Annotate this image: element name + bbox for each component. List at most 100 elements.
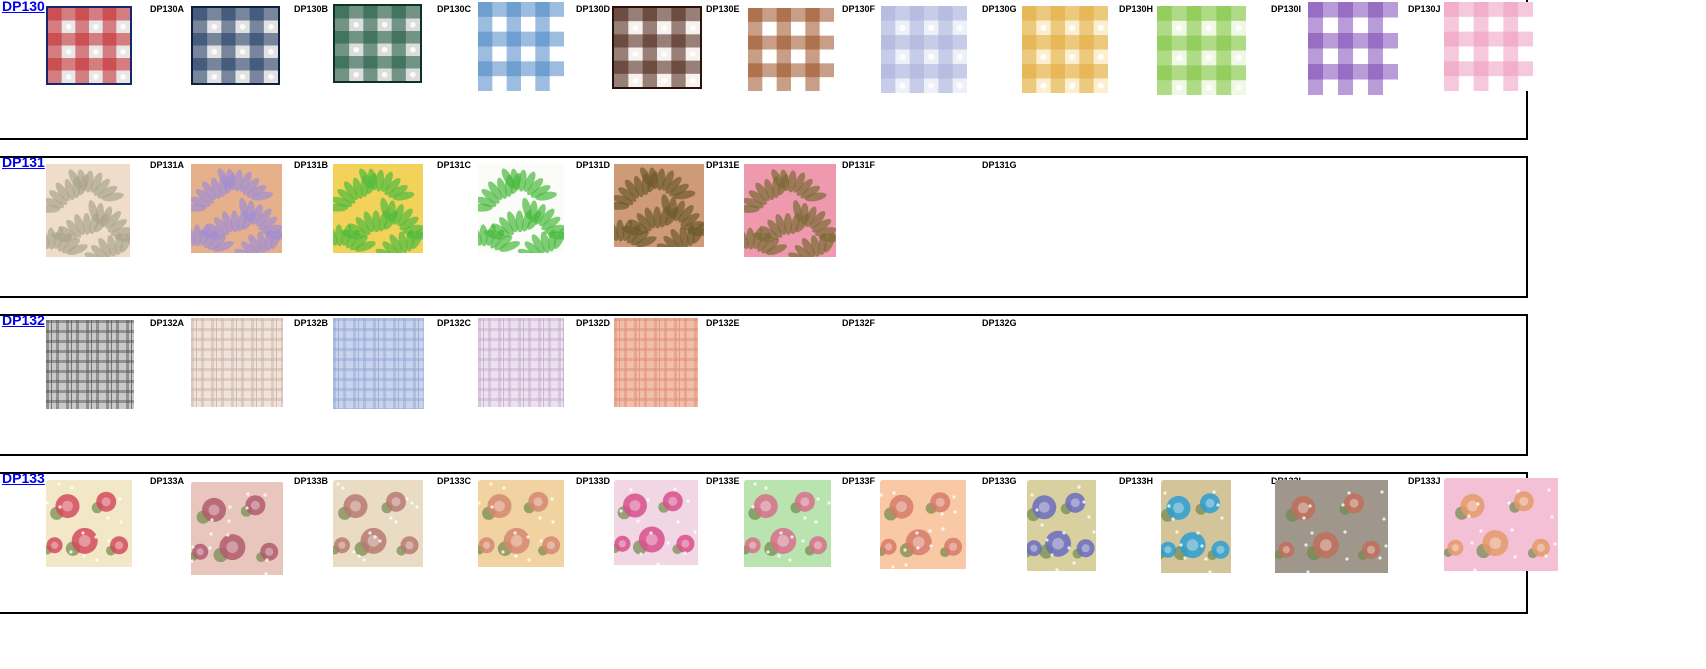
pattern-swatch[interactable]	[741, 478, 831, 567]
pattern-swatch-image	[1308, 2, 1398, 95]
pattern-swatch-image	[610, 478, 698, 566]
pattern-code-label: DP130I	[1271, 4, 1302, 14]
pattern-swatch-image	[877, 478, 966, 569]
pattern-swatch[interactable]	[43, 478, 132, 567]
pattern-code-label: DP131G	[982, 160, 1017, 170]
group-dp130: DP130 DP130A DP130B DP130C DP130D DP130E DP130…	[0, 0, 1533, 140]
pattern-swatch[interactable]	[1444, 2, 1533, 91]
group-link[interactable]: DP132	[2, 312, 45, 328]
pattern-swatch-image	[335, 6, 420, 81]
pattern-code-label: DP131B	[294, 160, 329, 170]
pattern-code-label: DP133C	[437, 476, 472, 486]
pattern-swatch[interactable]	[1156, 478, 1231, 574]
group-link[interactable]: DP133	[2, 470, 45, 486]
pattern-swatch-image	[728, 164, 841, 268]
pattern-swatch-image	[478, 2, 564, 91]
pattern-swatch-image	[43, 478, 132, 567]
pattern-code-label: DP130F	[842, 4, 876, 14]
pattern-swatch-image	[1022, 6, 1108, 93]
group-dp133: DP133 DP133A DP133B DP133C DP133D DP133E DP133…	[0, 470, 1558, 614]
pattern-swatch[interactable]	[317, 164, 429, 264]
pattern-swatch[interactable]	[748, 8, 834, 91]
pattern-swatch-image	[748, 8, 834, 91]
pattern-code-label: DP132G	[982, 318, 1017, 328]
pattern-swatch[interactable]	[610, 478, 698, 566]
pattern-swatch[interactable]	[1442, 476, 1558, 572]
pattern-code-label: DP130B	[294, 4, 329, 14]
pattern-swatch-image	[191, 318, 284, 407]
pattern-swatch[interactable]	[330, 478, 423, 567]
pattern-swatch-image	[1442, 476, 1558, 572]
pattern-swatch[interactable]	[478, 2, 564, 91]
pattern-swatch[interactable]	[333, 318, 426, 411]
pattern-swatch-image	[598, 164, 710, 259]
pattern-swatch-image	[317, 164, 429, 264]
pattern-swatch-image	[48, 8, 130, 83]
pattern-swatch-image	[175, 164, 288, 264]
pattern-swatch-image	[881, 6, 967, 93]
pattern-code-label: DP131D	[576, 160, 611, 170]
pattern-swatch-image	[46, 320, 134, 409]
pattern-swatch[interactable]	[598, 164, 710, 259]
pattern-swatch-image	[29, 164, 137, 268]
pattern-swatch[interactable]	[478, 318, 564, 407]
pattern-swatch-image	[333, 318, 426, 411]
pattern-code-label: DP132E	[706, 318, 740, 328]
pattern-swatch[interactable]	[614, 318, 698, 407]
group-link[interactable]: DP130	[2, 0, 45, 14]
group-dp131: DP131 DP131A DP131B DP131C DP131D DP131E DP131…	[0, 154, 1528, 298]
pattern-swatch[interactable]	[175, 164, 288, 264]
pattern-code-label: DP133B	[294, 476, 329, 486]
pattern-swatch-image	[330, 478, 423, 567]
pattern-swatch[interactable]	[191, 318, 284, 407]
pattern-swatch[interactable]	[29, 164, 137, 268]
pattern-swatch-image	[614, 318, 698, 407]
pattern-code-label: DP132F	[842, 318, 876, 328]
pattern-code-label: DP133A	[150, 476, 185, 486]
pattern-swatch[interactable]	[475, 478, 564, 567]
pattern-swatch-image	[461, 164, 571, 264]
pattern-code-label: DP130H	[1119, 4, 1154, 14]
pattern-swatch[interactable]	[1308, 2, 1398, 95]
pattern-swatch[interactable]	[1273, 478, 1388, 574]
pattern-code-label: DP131C	[437, 160, 472, 170]
pattern-swatch-image	[478, 318, 564, 407]
pattern-swatch-image	[188, 480, 283, 576]
pattern-swatch[interactable]	[1157, 6, 1246, 95]
group-dp132: DP132 DP132A DP132B DP132C DP132D DP132E DP132…	[0, 312, 1528, 456]
pattern-code-label: DP133E	[706, 476, 740, 486]
pattern-swatch[interactable]	[46, 6, 132, 85]
pattern-swatch-image	[1022, 478, 1096, 572]
pattern-swatch[interactable]	[877, 478, 966, 569]
pattern-swatch[interactable]	[333, 4, 422, 83]
pattern-swatch[interactable]	[612, 6, 702, 89]
pattern-code-label: DP133J	[1408, 476, 1441, 486]
pattern-code-label: DP132A	[150, 318, 185, 328]
pattern-swatch[interactable]	[728, 164, 841, 268]
pattern-swatch[interactable]	[1022, 478, 1096, 572]
group-link[interactable]: DP131	[2, 154, 45, 170]
pattern-code-label: DP130J	[1408, 4, 1441, 14]
pattern-swatch-image	[193, 8, 278, 83]
pattern-code-label: DP132D	[576, 318, 611, 328]
pattern-code-label: DP133G	[982, 476, 1017, 486]
pattern-swatch-image	[741, 478, 831, 567]
pattern-code-label: DP131A	[150, 160, 185, 170]
pattern-swatch-image	[475, 478, 564, 567]
pattern-code-label: DP130G	[982, 4, 1017, 14]
pattern-swatch-image	[614, 8, 700, 87]
pattern-code-label: DP132B	[294, 318, 329, 328]
pattern-swatch-image	[1157, 6, 1246, 95]
pattern-swatch[interactable]	[881, 6, 967, 93]
pattern-code-label: DP130E	[706, 4, 740, 14]
pattern-swatch[interactable]	[461, 164, 571, 264]
pattern-swatch[interactable]	[46, 320, 134, 409]
pattern-code-label: DP131F	[842, 160, 876, 170]
pattern-code-label: DP133H	[1119, 476, 1154, 486]
pattern-swatch-image	[1273, 478, 1388, 574]
pattern-code-label: DP130C	[437, 4, 472, 14]
pattern-swatch[interactable]	[188, 480, 283, 576]
pattern-swatch[interactable]	[191, 6, 280, 85]
pattern-code-label: DP133D	[576, 476, 611, 486]
pattern-swatch[interactable]	[1022, 6, 1108, 93]
